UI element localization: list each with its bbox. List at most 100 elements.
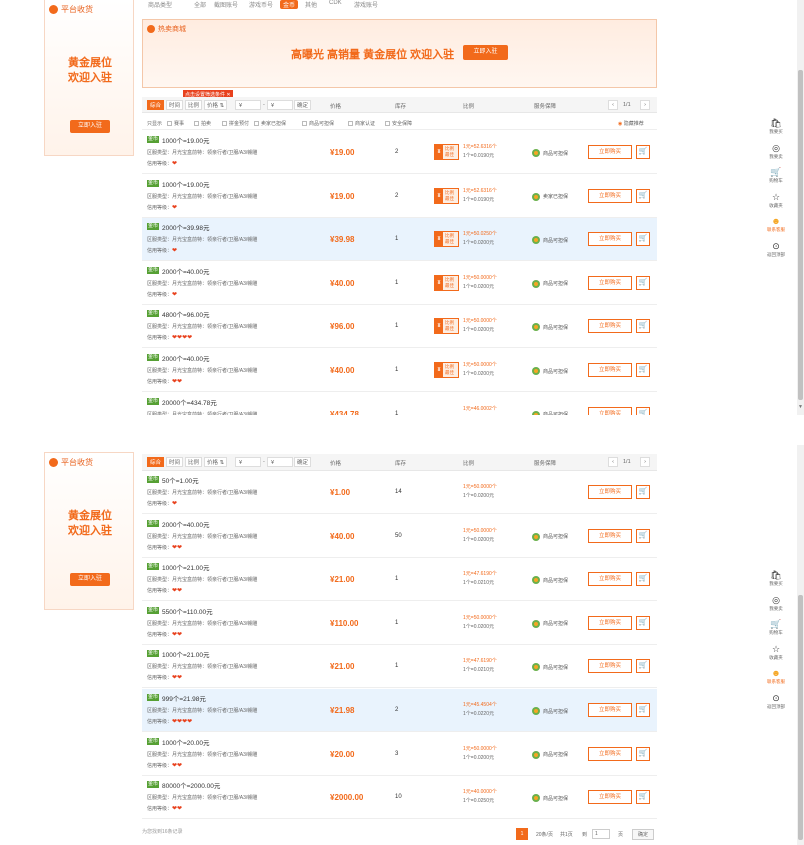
listing-title[interactable]: 1000个=20.00元 xyxy=(162,737,210,747)
scrollbar-thumb[interactable] xyxy=(798,70,803,400)
promo-join-button[interactable]: 立即入驻 xyxy=(70,120,110,133)
listing-row[interactable]: 金币 1000个=19.00元 区服类型：月光宝盒前特：领亲行者/卫服/A3/赣雕信… xyxy=(142,131,657,174)
add-to-cart-icon[interactable]: 🛒 xyxy=(636,319,650,334)
add-to-cart-icon[interactable]: 🛒 xyxy=(636,275,650,290)
sort-price[interactable]: 价格 ⇅ xyxy=(204,457,228,467)
buy-now-button[interactable]: 立即购买 xyxy=(588,746,632,761)
sidebar-item-star[interactable]: ☆ 收藏夹 xyxy=(761,644,791,668)
tab-cdk[interactable]: CDK xyxy=(329,0,342,6)
add-to-cart-icon[interactable]: 🛒 xyxy=(636,232,650,247)
buy-now-button[interactable]: 立即购买 xyxy=(588,703,632,717)
promo-join-button[interactable]: 立即入驻 xyxy=(70,573,110,586)
sidebar-item-star[interactable]: ☆ 收藏夹 xyxy=(761,192,791,216)
buy-now-button[interactable]: 立即购买 xyxy=(588,406,632,415)
listing-row[interactable]: 金币 999个=21.98元 区服类型：月光宝盒前特：领亲行者/卫服/A3/赣雕 信用… xyxy=(142,689,657,732)
listing-title[interactable]: 1000个=21.00元 xyxy=(162,649,210,659)
sort-price[interactable]: 价格 ⇅ xyxy=(204,100,228,110)
goto-confirm-button[interactable]: 确定 xyxy=(632,829,654,840)
buy-now-button[interactable]: 立即购买 xyxy=(588,145,632,159)
filter-merchant-verified[interactable]: 商家认证 xyxy=(348,120,375,127)
prev-page-button[interactable]: ‹ xyxy=(608,100,618,110)
sidebar-item-cart[interactable]: 🛒 购物车 xyxy=(761,619,791,643)
sidebar-item-service[interactable]: ☻ 联系客服 xyxy=(761,668,791,692)
price-from-input[interactable]: ¥ xyxy=(235,457,261,467)
prev-page-button[interactable]: ‹ xyxy=(608,457,618,467)
tab-all[interactable]: 全部 xyxy=(194,0,206,9)
listing-title[interactable]: 2000个=40.00元 xyxy=(162,353,210,363)
listing-title[interactable]: 5500个=110.00元 xyxy=(162,606,213,616)
tab-game-account[interactable]: 游戏账号 xyxy=(354,0,378,9)
price-from-input[interactable]: ¥ xyxy=(235,100,261,110)
add-to-cart-icon[interactable]: 🛒 xyxy=(636,145,650,159)
buy-now-button[interactable]: 立即购买 xyxy=(588,275,632,290)
listing-row[interactable]: 金币 1000个=20.00元 区服类型：月光宝盒前特：领亲行者/卫服/A3/赣雕信… xyxy=(142,732,657,776)
tab-screenshot[interactable]: 截图账号 xyxy=(214,0,238,9)
sidebar-item-service[interactable]: ☻ 联系客服 xyxy=(761,216,791,240)
listing-title[interactable]: 4800个=96.00元 xyxy=(162,309,210,319)
tab-coin-account[interactable]: 游戏币号 xyxy=(249,0,273,9)
sidebar-item-basket[interactable]: 🛍 我要买 xyxy=(761,118,791,142)
buy-now-button[interactable]: 立即购买 xyxy=(588,615,632,630)
buy-now-button[interactable]: 立即购买 xyxy=(588,528,632,543)
scrollbar[interactable] xyxy=(797,445,804,845)
tab-type[interactable]: 商品类型 xyxy=(148,0,172,9)
listing-title[interactable]: 1000个=19.00元 xyxy=(162,179,210,189)
scroll-down-icon[interactable]: ▼ xyxy=(798,404,803,410)
scrollbar[interactable] xyxy=(797,0,804,415)
tab-other[interactable]: 其他 xyxy=(305,0,317,9)
tab-gold[interactable]: 金币 xyxy=(280,0,299,9)
price-to-input[interactable]: ¥ xyxy=(267,457,293,467)
filter-safety[interactable]: 安全保障 xyxy=(385,120,412,127)
sort-ratio[interactable]: 比例 xyxy=(185,457,203,467)
scrollbar-thumb[interactable] xyxy=(798,595,803,840)
banner-join-button[interactable]: 立即入驻 xyxy=(463,45,508,60)
listing-row[interactable]: 金币 1000个=19.00元 区服类型：月光宝盒前特：领亲行者/卫服/A3/赣雕信… xyxy=(142,174,657,218)
sidebar-item-top[interactable]: ⊙ 返回顶部 xyxy=(761,693,791,717)
buy-now-button[interactable]: 立即购买 xyxy=(588,572,632,587)
add-to-cart-icon[interactable]: 🛒 xyxy=(636,528,650,543)
add-to-cart-icon[interactable]: 🛒 xyxy=(636,790,650,805)
page-1-button[interactable]: 1 xyxy=(516,828,528,840)
listing-row[interactable]: 金币 2000个=40.00元 区服类型：月光宝盒前特：领亲行者/卫服/A3/赣雕信… xyxy=(142,261,657,305)
listing-row[interactable]: 金币 4800个=96.00元 区服类型：月光宝盒前特：领亲行者/卫服/A3/赣雕信… xyxy=(142,305,657,349)
next-page-button[interactable]: › xyxy=(640,100,650,110)
price-to-input[interactable]: ¥ xyxy=(267,100,293,110)
listing-row[interactable]: 金币 50个=1.00元 区服类型：月光宝盒前特：领亲行者/卫服/A3/赣雕 信用等级… xyxy=(142,471,657,514)
buy-now-button[interactable]: 立即购买 xyxy=(588,188,632,203)
buy-now-button[interactable]: 立即购买 xyxy=(588,659,632,674)
listing-row[interactable]: 金币 20000个=434.78元 区服类型：月光宝盒前特：领亲行者/卫服/A3/赣… xyxy=(142,392,657,415)
listing-title[interactable]: 2000个=39.98元 xyxy=(162,222,210,232)
listing-row[interactable]: 金币 1000个=21.00元 区服类型：月光宝盒前特：领亲行者/卫服/A3/赣雕信… xyxy=(142,558,657,602)
listing-title[interactable]: 20000个=434.78元 xyxy=(162,397,217,407)
add-to-cart-icon[interactable]: 🛒 xyxy=(636,363,650,377)
listing-row[interactable]: 金币 2000个=40.00元 区服类型：月光宝盒前特：领亲行者/卫服/A3/赣雕信… xyxy=(142,514,657,558)
listing-title[interactable]: 1000个=21.00元 xyxy=(162,562,210,572)
listing-row[interactable]: 金币 1000个=21.00元 区服类型：月光宝盒前特：领亲行者/卫服/A3/赣雕信… xyxy=(142,645,657,689)
filter-item-guaranteed[interactable]: 商品可担保 xyxy=(302,120,334,127)
listing-row[interactable]: 金币 5500个=110.00元 区服类型：月光宝盒前特：领亲行者/卫服/A3/赣雕… xyxy=(142,601,657,645)
buy-now-button[interactable]: 立即购买 xyxy=(588,790,632,805)
price-confirm-button[interactable]: 确定 xyxy=(294,100,312,110)
listing-title[interactable]: 50个=1.00元 xyxy=(162,475,199,485)
buy-now-button[interactable]: 立即购买 xyxy=(588,363,632,377)
buy-now-button[interactable]: 立即购买 xyxy=(588,319,632,334)
sort-ratio[interactable]: 比例 xyxy=(185,100,203,110)
add-to-cart-icon[interactable]: 🛒 xyxy=(636,659,650,674)
add-to-cart-icon[interactable]: 🛒 xyxy=(636,572,650,587)
sidebar-item-sell[interactable]: ◎ 我要卖 xyxy=(761,595,791,619)
listing-title[interactable]: 999个=21.98元 xyxy=(162,693,206,703)
filter-prepay[interactable]: 拼金预付 xyxy=(222,120,249,127)
per-page-select[interactable]: 20条/页 xyxy=(536,831,553,838)
listing-row[interactable]: 金币 2000个=39.98元 区服类型：月光宝盒前特：领亲行者/卫服/A3/赣雕信… xyxy=(142,218,657,262)
buy-now-button[interactable]: 立即购买 xyxy=(588,232,632,247)
hide-recommended-toggle[interactable]: ◉ 隐藏推荐 xyxy=(618,120,644,127)
add-to-cart-icon[interactable]: 🛒 xyxy=(636,746,650,761)
sort-comprehensive[interactable]: 综合 xyxy=(147,457,165,467)
sort-time[interactable]: 时间 xyxy=(166,100,184,110)
listing-row[interactable]: 金币 2000个=40.00元 区服类型：月光宝盒前特：领亲行者/卫服/A3/赣雕信… xyxy=(142,349,657,392)
buy-now-button[interactable]: 立即购买 xyxy=(588,485,632,499)
listing-row[interactable]: 金币 80000个=2000.00元 区服类型：月光宝盒前特：领亲行者/卫服/A3/… xyxy=(142,776,657,820)
filter-contest[interactable]: 赛事 xyxy=(167,120,184,127)
sidebar-item-cart[interactable]: 🛒 购物车 xyxy=(761,167,791,191)
sidebar-item-sell[interactable]: ◎ 我要卖 xyxy=(761,143,791,167)
